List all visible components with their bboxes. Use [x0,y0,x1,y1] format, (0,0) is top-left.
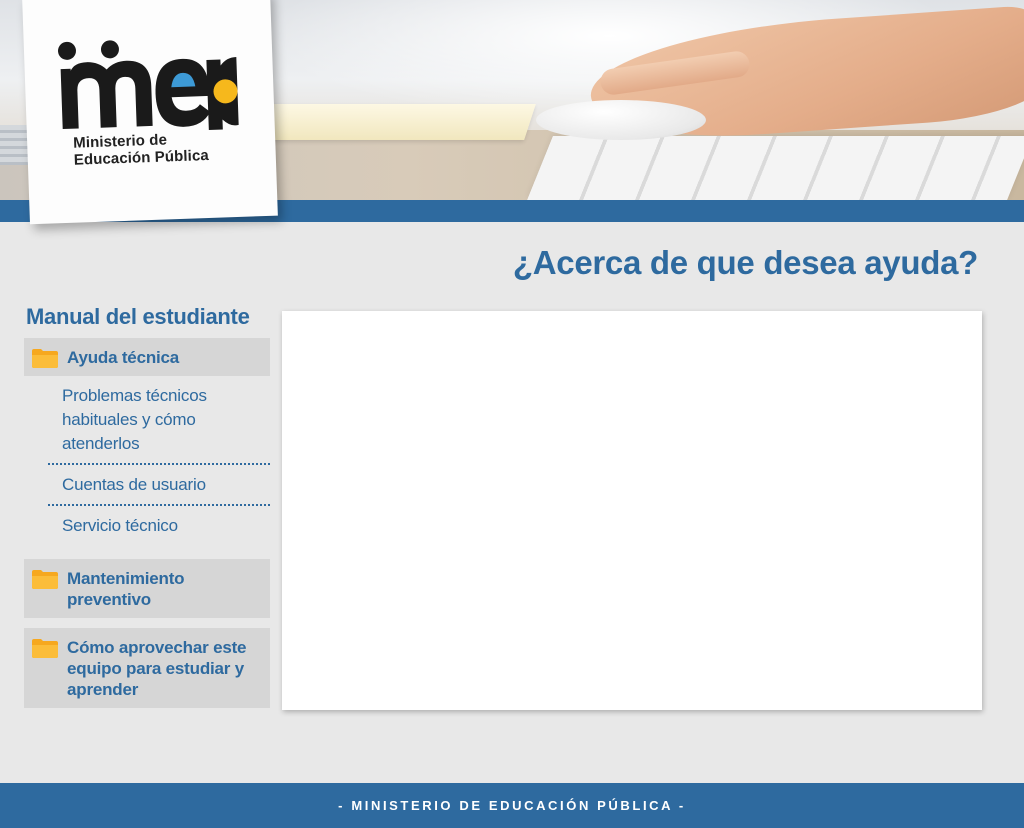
sidebar: Manual del estudiante Ayuda técnica Prob… [24,304,270,708]
logo-subtitle: Ministerio de Educación Pública [73,130,210,169]
section-ayuda-tecnica[interactable]: Ayuda técnica [24,338,270,376]
banner-mouse [536,100,706,140]
sidebar-title: Manual del estudiante [26,304,250,329]
submenu-item-problemas[interactable]: Problemas técnicos habituales y cómo ate… [48,376,270,465]
section-label: Mantenimiento preventivo [67,569,185,609]
mep-logo-mark [57,40,239,136]
section-como-aprovechar[interactable]: Cómo aprovechar este equipo para estudia… [24,628,270,708]
folder-icon [32,348,58,368]
footer: - MINISTERIO DE EDUCACIÓN PÚBLICA - [0,783,1024,828]
page-title: ¿Acerca de que desea ayuda? [512,244,978,281]
content-panel [282,311,982,710]
submenu-item-servicio[interactable]: Servicio técnico [48,506,270,545]
section-label: Cómo aprovechar este equipo para estudia… [67,638,247,699]
folder-icon [32,638,58,658]
mep-logo[interactable]: Ministerio de Educación Pública [22,0,278,225]
section-label: Ayuda técnica [67,348,180,367]
ayuda-tecnica-submenu: Problemas técnicos habituales y cómo ate… [24,376,270,545]
logo-subtitle-line2: Educación Pública [73,146,210,169]
section-mantenimiento[interactable]: Mantenimiento preventivo [24,559,270,618]
banner-papers [244,104,536,140]
folder-icon [32,569,58,589]
submenu-item-cuentas[interactable]: Cuentas de usuario [48,465,270,506]
banner-keyboard [527,136,1024,200]
footer-text: - MINISTERIO DE EDUCACIÓN PÚBLICA - [338,798,686,813]
